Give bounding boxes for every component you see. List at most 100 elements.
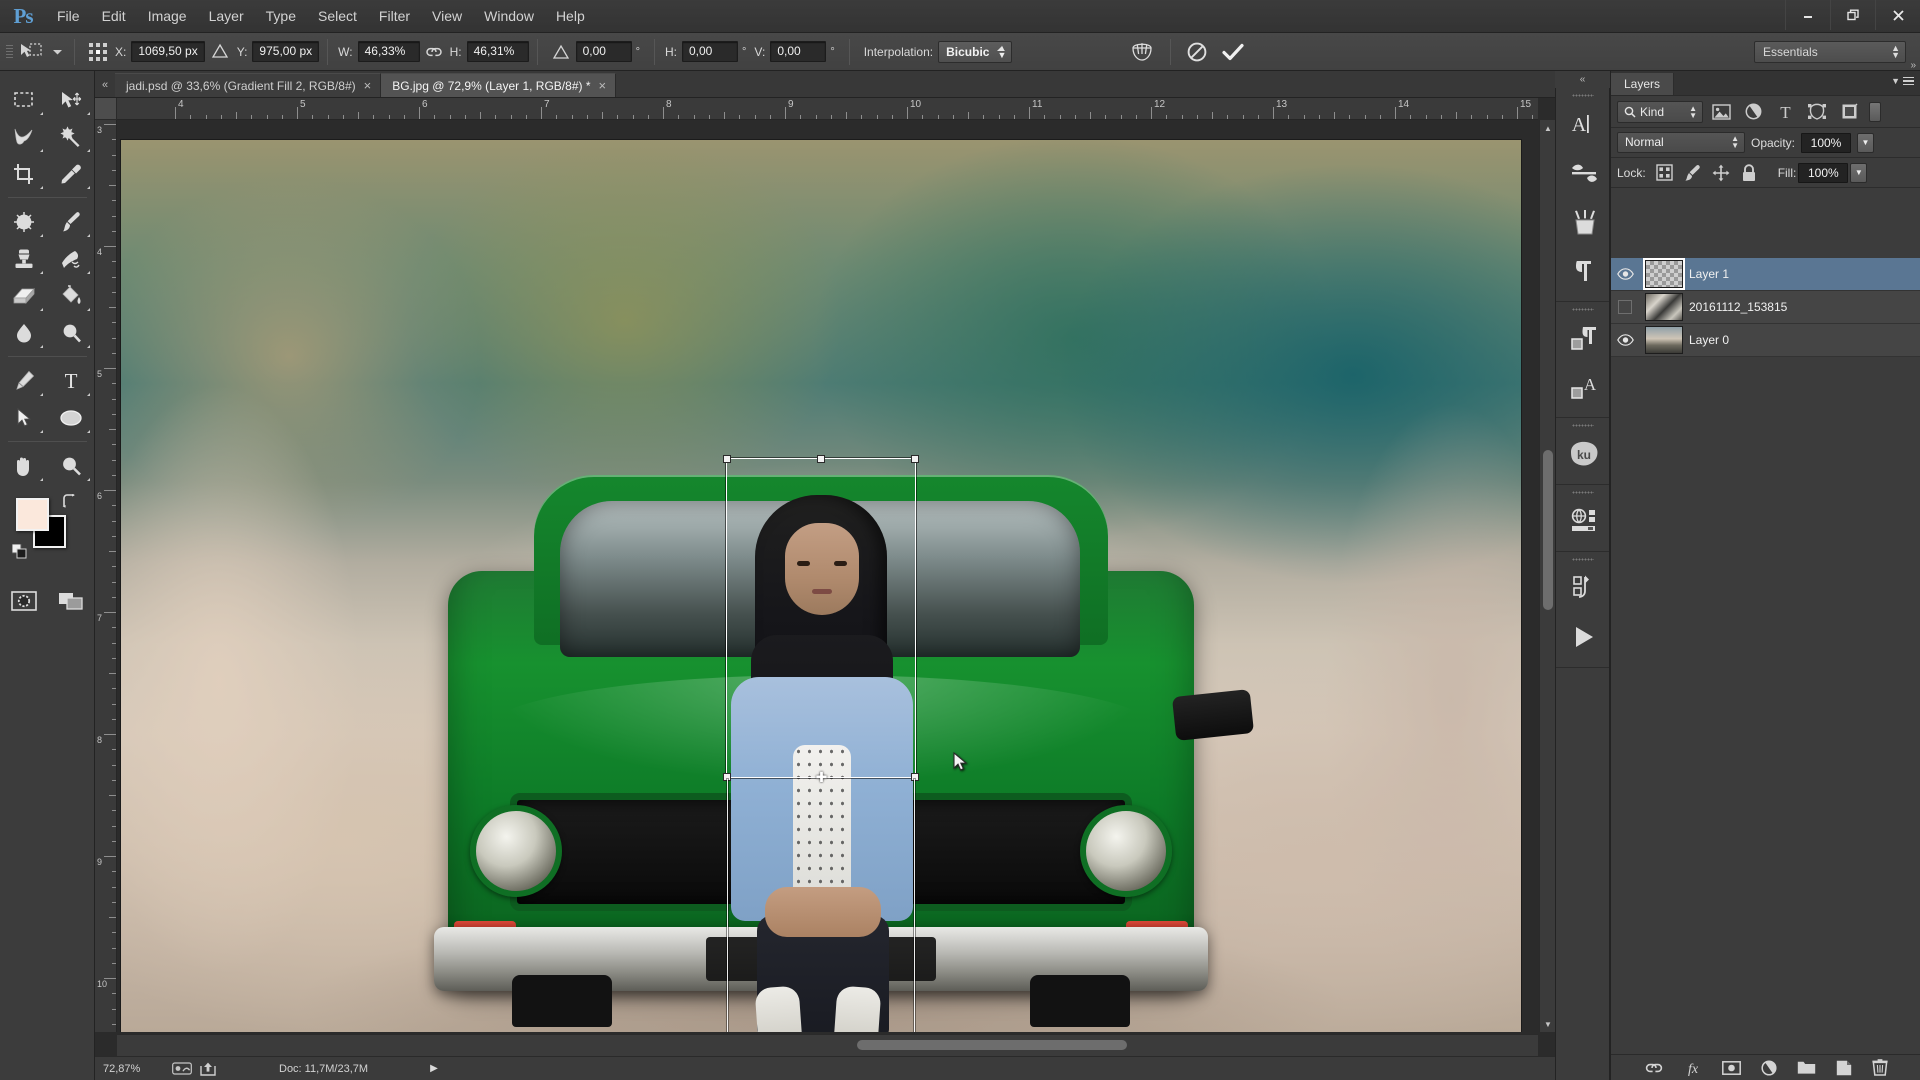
tool-spot-healing-brush[interactable]	[0, 203, 47, 240]
layer-row-layer-1[interactable]: Layer 1	[1611, 258, 1920, 291]
lock-position-button[interactable]	[1708, 162, 1734, 184]
rail-group-grip[interactable]	[1556, 421, 1609, 429]
scroll-down-button[interactable]: ▼	[1540, 1016, 1556, 1032]
free-transform-bounding-box[interactable]: ✚	[723, 455, 919, 1032]
new-group-button[interactable]	[1797, 1060, 1816, 1075]
layer-name[interactable]: Layer 0	[1689, 333, 1729, 347]
move-tool-indicator[interactable]	[14, 41, 48, 63]
menu-image[interactable]: Image	[137, 0, 198, 33]
tool-eyedropper[interactable]	[47, 155, 94, 192]
tool-preset-dropdown[interactable]	[48, 41, 66, 63]
status-flyout-button[interactable]: ▶	[430, 1063, 438, 1074]
default-colors-button[interactable]	[12, 544, 28, 560]
close-tab-icon[interactable]: ×	[599, 79, 607, 92]
preview-toggle-button[interactable]	[169, 1062, 195, 1075]
transform-reference-point[interactable]: ✚	[814, 770, 829, 785]
menu-layer[interactable]: Layer	[198, 0, 255, 33]
swap-colors-button[interactable]	[61, 494, 77, 508]
share-button[interactable]	[195, 1062, 221, 1076]
actions-panel-button[interactable]	[1556, 563, 1611, 612]
layer-name[interactable]: 20161112_153815	[1689, 300, 1787, 314]
layer-visibility-toggle[interactable]	[1611, 268, 1639, 280]
delete-layer-button[interactable]	[1871, 1059, 1888, 1076]
layer-thumbnail[interactable]	[1645, 260, 1683, 288]
layer-thumbnail[interactable]	[1645, 293, 1683, 321]
fill-slider-button[interactable]: ▼	[1850, 162, 1868, 183]
fill-input[interactable]: 100%	[1798, 162, 1849, 183]
menu-file[interactable]: File	[46, 0, 91, 33]
menu-select[interactable]: Select	[307, 0, 368, 33]
rail-group-grip[interactable]	[1556, 488, 1609, 496]
tool-blur[interactable]	[0, 314, 47, 351]
character-panel-button[interactable]: A	[1556, 99, 1611, 148]
vertical-scroll-thumb[interactable]	[1543, 450, 1553, 610]
tool-hand[interactable]	[0, 447, 47, 484]
tool-clone-stamp[interactable]	[0, 240, 47, 277]
screen-mode-button[interactable]	[47, 582, 94, 619]
transform-handle-top-center[interactable]	[817, 455, 825, 463]
brush-presets-button[interactable]	[1556, 197, 1611, 246]
cancel-transform-button[interactable]	[1179, 41, 1215, 63]
new-layer-button[interactable]	[1836, 1060, 1852, 1076]
tool-ellipse-shape[interactable]	[47, 399, 94, 436]
3d-panel-button[interactable]	[1556, 496, 1611, 545]
y-input[interactable]: 975,00 px	[252, 41, 320, 62]
canvas-horizontal-scrollbar[interactable]	[117, 1034, 1538, 1056]
reference-point-selector[interactable]	[83, 41, 113, 63]
horizontal-scroll-thumb[interactable]	[857, 1040, 1127, 1050]
character-styles-button[interactable]: A	[1556, 362, 1611, 411]
transform-handle-bottom-right[interactable]	[911, 773, 919, 781]
filter-shape-layers-button[interactable]	[1803, 100, 1831, 124]
width-input[interactable]: 46,33%	[357, 41, 420, 62]
menu-help[interactable]: Help	[545, 0, 596, 33]
canvas-area[interactable]: Moskvich	[117, 120, 1538, 1032]
lock-all-button[interactable]	[1736, 162, 1762, 184]
layer-row-layer-0[interactable]: Layer 0	[1611, 324, 1920, 357]
layer-name[interactable]: Layer 1	[1689, 267, 1729, 281]
menu-view[interactable]: View	[421, 0, 473, 33]
minimize-button[interactable]	[1785, 0, 1830, 30]
filter-pixel-layers-button[interactable]	[1707, 100, 1735, 124]
lock-image-pixels-button[interactable]	[1680, 162, 1706, 184]
collapse-panels-button[interactable]: «	[1555, 71, 1610, 88]
quick-mask-button[interactable]	[0, 582, 47, 619]
tool-pen[interactable]	[0, 362, 47, 399]
tool-history-brush[interactable]	[47, 240, 94, 277]
menu-type[interactable]: Type	[255, 0, 307, 33]
link-layers-button[interactable]	[1644, 1061, 1664, 1075]
tool-zoom[interactable]	[47, 447, 94, 484]
height-input[interactable]: 46,31%	[466, 41, 529, 62]
tool-move[interactable]	[47, 81, 94, 118]
tool-crop[interactable]	[0, 155, 47, 192]
x-input[interactable]: 1069,50 px	[131, 41, 205, 62]
layer-thumbnail[interactable]	[1645, 326, 1683, 354]
rail-group-grip[interactable]	[1556, 555, 1609, 563]
rail-group-grip[interactable]	[1556, 305, 1609, 313]
menu-window[interactable]: Window	[473, 0, 545, 33]
layer-style-button[interactable]: fx	[1684, 1060, 1702, 1076]
add-layer-mask-button[interactable]	[1721, 1060, 1741, 1075]
maintain-aspect-ratio-button[interactable]	[420, 41, 448, 63]
filter-smart-objects-button[interactable]	[1835, 100, 1863, 124]
opacity-slider-button[interactable]: ▼	[1857, 132, 1875, 153]
transform-handle-top-left[interactable]	[723, 455, 731, 463]
tool-gradient[interactable]	[47, 277, 94, 314]
tool-quick-selection[interactable]	[47, 118, 94, 155]
tool-brush[interactable]	[47, 203, 94, 240]
tool-type[interactable]: T	[47, 362, 94, 399]
tool-dodge[interactable]	[47, 314, 94, 351]
relative-position-button[interactable]	[205, 41, 235, 63]
expand-panel-icon[interactable]: »	[1910, 60, 1916, 71]
foreground-color-swatch[interactable]	[16, 498, 49, 531]
paragraph-styles-button[interactable]	[1556, 313, 1611, 362]
document-tab-jadi-psd[interactable]: jadi.psd @ 33,6% (Gradient Fill 2, RGB/8…	[115, 73, 382, 97]
lock-transparent-pixels-button[interactable]	[1652, 162, 1678, 184]
brush-panel-button[interactable]	[1556, 148, 1611, 197]
document-canvas[interactable]: Moskvich	[121, 140, 1521, 1032]
menu-filter[interactable]: Filter	[368, 0, 421, 33]
layer-visibility-toggle[interactable]	[1611, 334, 1639, 346]
close-tab-icon[interactable]: ×	[364, 79, 372, 92]
filter-toggle-switch[interactable]	[1869, 101, 1881, 122]
tool-lasso[interactable]	[0, 118, 47, 155]
new-adjustment-layer-button[interactable]	[1760, 1059, 1777, 1076]
